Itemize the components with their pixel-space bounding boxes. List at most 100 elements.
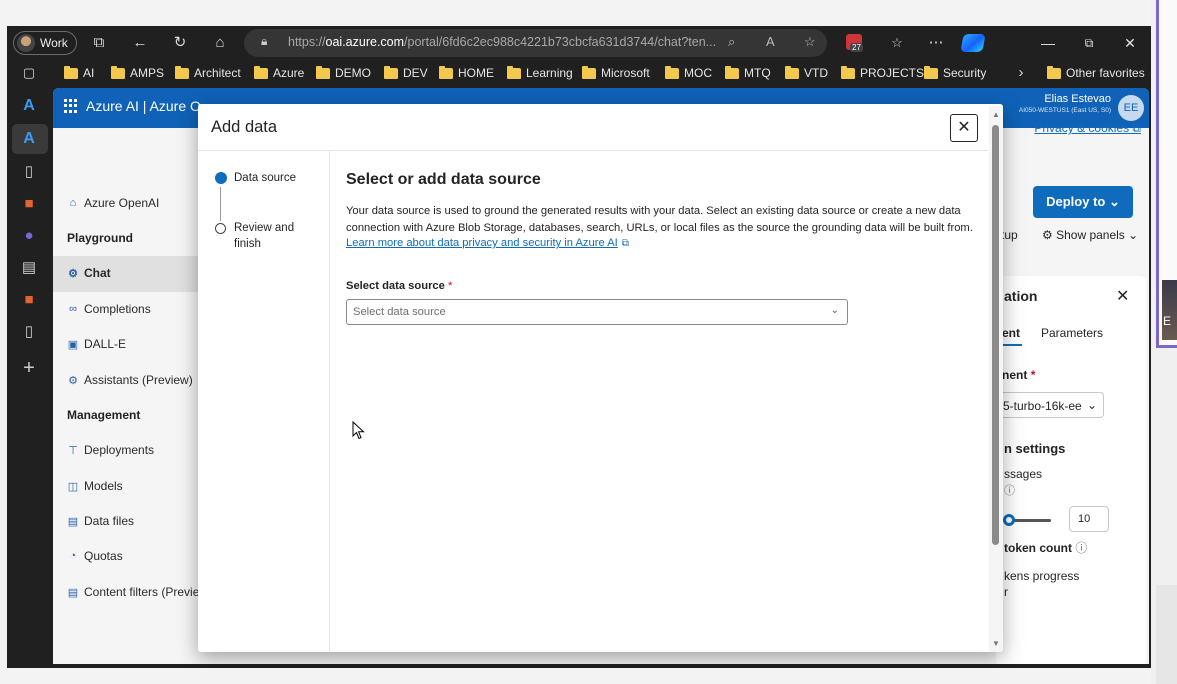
- nav-item-assistants[interactable]: ⚙ Assistants (Preview): [67, 373, 193, 387]
- show-panels-button[interactable]: ⚙ Show panels ⌄: [1042, 228, 1138, 242]
- favorite-folder-microsoft[interactable]: Microsoft: [582, 65, 650, 80]
- deployment-select[interactable]: 5-turbo-16k-ee ⌄: [996, 392, 1104, 418]
- info-icon[interactable]: ⓘ: [1004, 482, 1015, 498]
- privacy-link[interactable]: Privacy & cookies ⧉: [1034, 121, 1141, 136]
- refresh-icon[interactable]: ↻: [170, 33, 190, 53]
- image-icon: ▣: [67, 338, 79, 351]
- minimize-icon[interactable]: —: [1037, 33, 1059, 53]
- portal-brand[interactable]: Azure AI | Azure O: [86, 98, 201, 114]
- scroll-down-icon[interactable]: ▼: [992, 639, 1000, 648]
- scroll-up-icon[interactable]: ▲: [992, 110, 1000, 119]
- favorite-folder-demo[interactable]: DEMO: [316, 65, 371, 80]
- favorite-folder-security[interactable]: Security: [924, 65, 986, 80]
- folder-icon: [254, 65, 268, 79]
- nav-item-dalle[interactable]: ▣ DALL-E: [67, 337, 126, 351]
- avatar[interactable]: EE: [1118, 95, 1144, 121]
- document-icon[interactable]: ▯: [19, 162, 39, 182]
- data-file-icon: ▤: [67, 515, 79, 528]
- profile-button[interactable]: Work: [13, 31, 77, 55]
- user-info[interactable]: Elias Estevao AI050-WESTUS1 (East US, S0…: [1019, 93, 1111, 114]
- home-icon[interactable]: ⌂: [210, 33, 230, 53]
- deploy-to-button[interactable]: Deploy to ⌄: [1033, 186, 1133, 218]
- step-review-and-finish[interactable]: Review and finish: [234, 220, 314, 252]
- favorite-folder-architect[interactable]: Architect: [175, 65, 241, 80]
- nav-heading-playground: Playground: [67, 231, 134, 245]
- nav-item-models[interactable]: ◫ Models: [67, 479, 123, 493]
- scrollbar-thumb[interactable]: [992, 125, 999, 545]
- close-window-icon[interactable]: ✕: [1119, 33, 1141, 53]
- nav-item-completions[interactable]: ∞ Completions: [67, 302, 151, 316]
- user-name: Elias Estevao: [1044, 93, 1111, 105]
- add-app-icon[interactable]: +: [19, 358, 39, 378]
- tab-actions-icon[interactable]: ▢: [19, 63, 39, 83]
- nav-item-azure-openai[interactable]: ⌂ Azure OpenAI: [67, 196, 160, 210]
- close-icon: ✕: [957, 119, 971, 136]
- chevron-right-icon[interactable]: ›: [1011, 63, 1031, 83]
- read-aloud-icon[interactable]: A: [766, 34, 775, 49]
- folder-icon: [384, 65, 398, 79]
- folder-icon: [507, 65, 521, 79]
- zoom-icon[interactable]: ⌕: [728, 34, 735, 50]
- folder-icon: [439, 65, 453, 79]
- microsoft-app-icon[interactable]: ■: [19, 290, 39, 310]
- step-current-icon: [215, 172, 227, 184]
- data-source-placeholder: Select data source: [353, 306, 446, 318]
- past-messages-input[interactable]: 10: [1069, 506, 1109, 532]
- dialog-step-divider: [329, 151, 330, 652]
- favorite-folder-azure[interactable]: Azure: [254, 65, 304, 80]
- favorite-folder-dev[interactable]: DEV: [384, 65, 428, 80]
- learn-more-link[interactable]: Learn more about data privacy and securi…: [346, 237, 629, 249]
- slider-thumb[interactable]: [1003, 514, 1015, 526]
- favorite-folder-mtq[interactable]: MTQ: [725, 65, 771, 80]
- nav-item-data-files[interactable]: ▤ Data files: [67, 514, 134, 528]
- azure-app-icon[interactable]: A: [19, 96, 39, 116]
- step-data-source[interactable]: Data source: [234, 170, 296, 186]
- step-connector: [220, 187, 221, 221]
- browser-sidebar: A A ▯ ■ ● ▤ ■ ▯ +: [7, 88, 53, 668]
- favorite-folder-amps[interactable]: AMPS: [111, 65, 164, 80]
- data-source-dropdown[interactable]: Select data source ⌄: [346, 299, 848, 325]
- tokens-progress-sub: r: [1004, 585, 1008, 599]
- folder-icon: [665, 65, 679, 79]
- tab-deployment[interactable]: ent: [1002, 326, 1020, 340]
- chevron-down-icon: ⌄: [1087, 398, 1098, 412]
- office-app-icon[interactable]: ■: [19, 194, 39, 214]
- favorite-folder-home[interactable]: HOME: [439, 65, 494, 80]
- nav-item-content-filters[interactable]: ▤ Content filters (Preview: [67, 585, 208, 599]
- favorite-folder-moc[interactable]: MOC: [665, 65, 712, 80]
- dialog-scrollbar[interactable]: ▲ ▼: [989, 106, 1003, 652]
- notes-icon[interactable]: ▤: [19, 258, 39, 278]
- completions-icon: ∞: [69, 303, 77, 315]
- favorites-icon[interactable]: ☆: [887, 33, 907, 53]
- workspaces-icon[interactable]: ⧉: [89, 33, 109, 53]
- url-text[interactable]: https://oai.azure.com/portal/6fd6c2ec988…: [288, 35, 718, 49]
- favorite-folder-other[interactable]: Other favorites: [1047, 65, 1145, 80]
- setup-button-label[interactable]: tup: [1001, 228, 1018, 242]
- favorite-folder-learning[interactable]: Learning: [507, 65, 573, 80]
- copilot-app-icon[interactable]: ●: [19, 226, 39, 246]
- nav-item-quotas[interactable]: ◔ Quotas: [67, 549, 123, 563]
- app-launcher-icon[interactable]: [64, 99, 78, 113]
- address-bar[interactable]: 🔒︎ https://oai.azure.com/portal/6fd6c2ec…: [244, 29, 827, 57]
- file-icon[interactable]: ▯: [19, 322, 39, 342]
- favorite-folder-ai[interactable]: AI: [64, 65, 94, 80]
- folder-icon: [725, 65, 739, 79]
- close-icon[interactable]: ✕: [1116, 286, 1129, 306]
- folder-icon: [316, 65, 330, 79]
- copilot-icon[interactable]: [960, 34, 986, 52]
- favorite-star-icon[interactable]: ☆: [804, 34, 816, 50]
- back-icon[interactable]: ←: [130, 33, 150, 53]
- nav-item-chat[interactable]: ⚙ Chat: [67, 266, 111, 280]
- restore-icon[interactable]: ⧉: [1078, 33, 1100, 53]
- extension-icon[interactable]: 27: [846, 34, 863, 52]
- folder-icon: [111, 65, 125, 79]
- dialog-close-button[interactable]: ✕: [950, 114, 978, 142]
- favorite-folder-vtd[interactable]: VTD: [785, 65, 828, 80]
- more-icon[interactable]: ⋯: [926, 33, 946, 53]
- required-mark: *: [447, 280, 453, 292]
- azure-ai-app-icon[interactable]: A: [19, 129, 39, 149]
- session-settings-heading: n settings: [1004, 441, 1066, 456]
- tab-parameters[interactable]: Parameters: [1041, 326, 1103, 340]
- favorite-folder-projects[interactable]: PROJECTS: [841, 65, 924, 80]
- nav-item-deployments[interactable]: ⊤ Deployments: [67, 443, 154, 457]
